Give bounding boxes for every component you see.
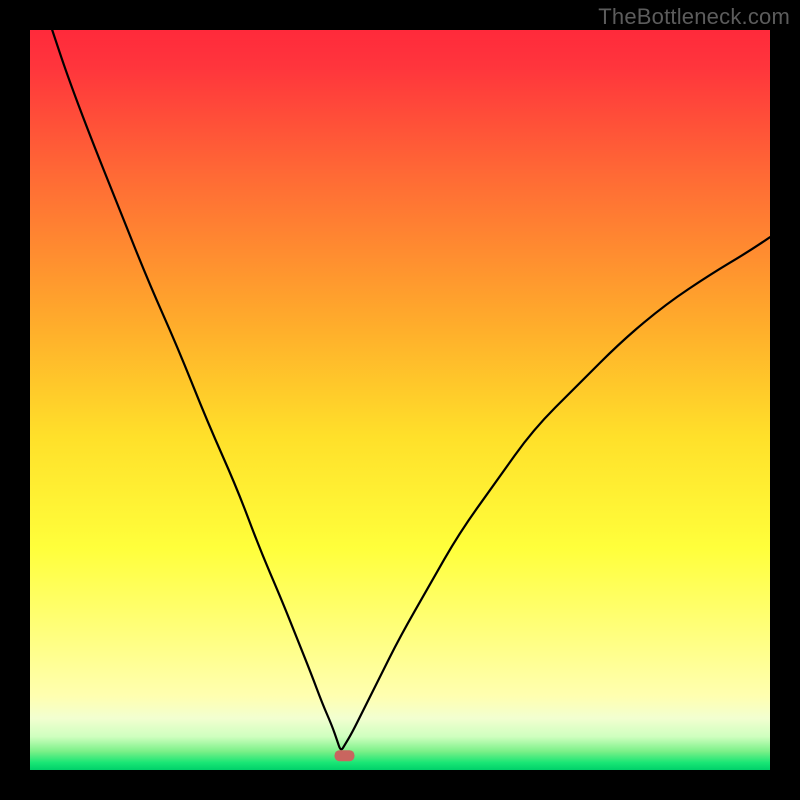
chart-frame: TheBottleneck.com: [0, 0, 800, 800]
gradient-background: [30, 30, 770, 770]
chart-svg: [30, 30, 770, 770]
optimal-marker: [335, 750, 355, 761]
plot-area: [30, 30, 770, 770]
watermark-text: TheBottleneck.com: [598, 4, 790, 30]
